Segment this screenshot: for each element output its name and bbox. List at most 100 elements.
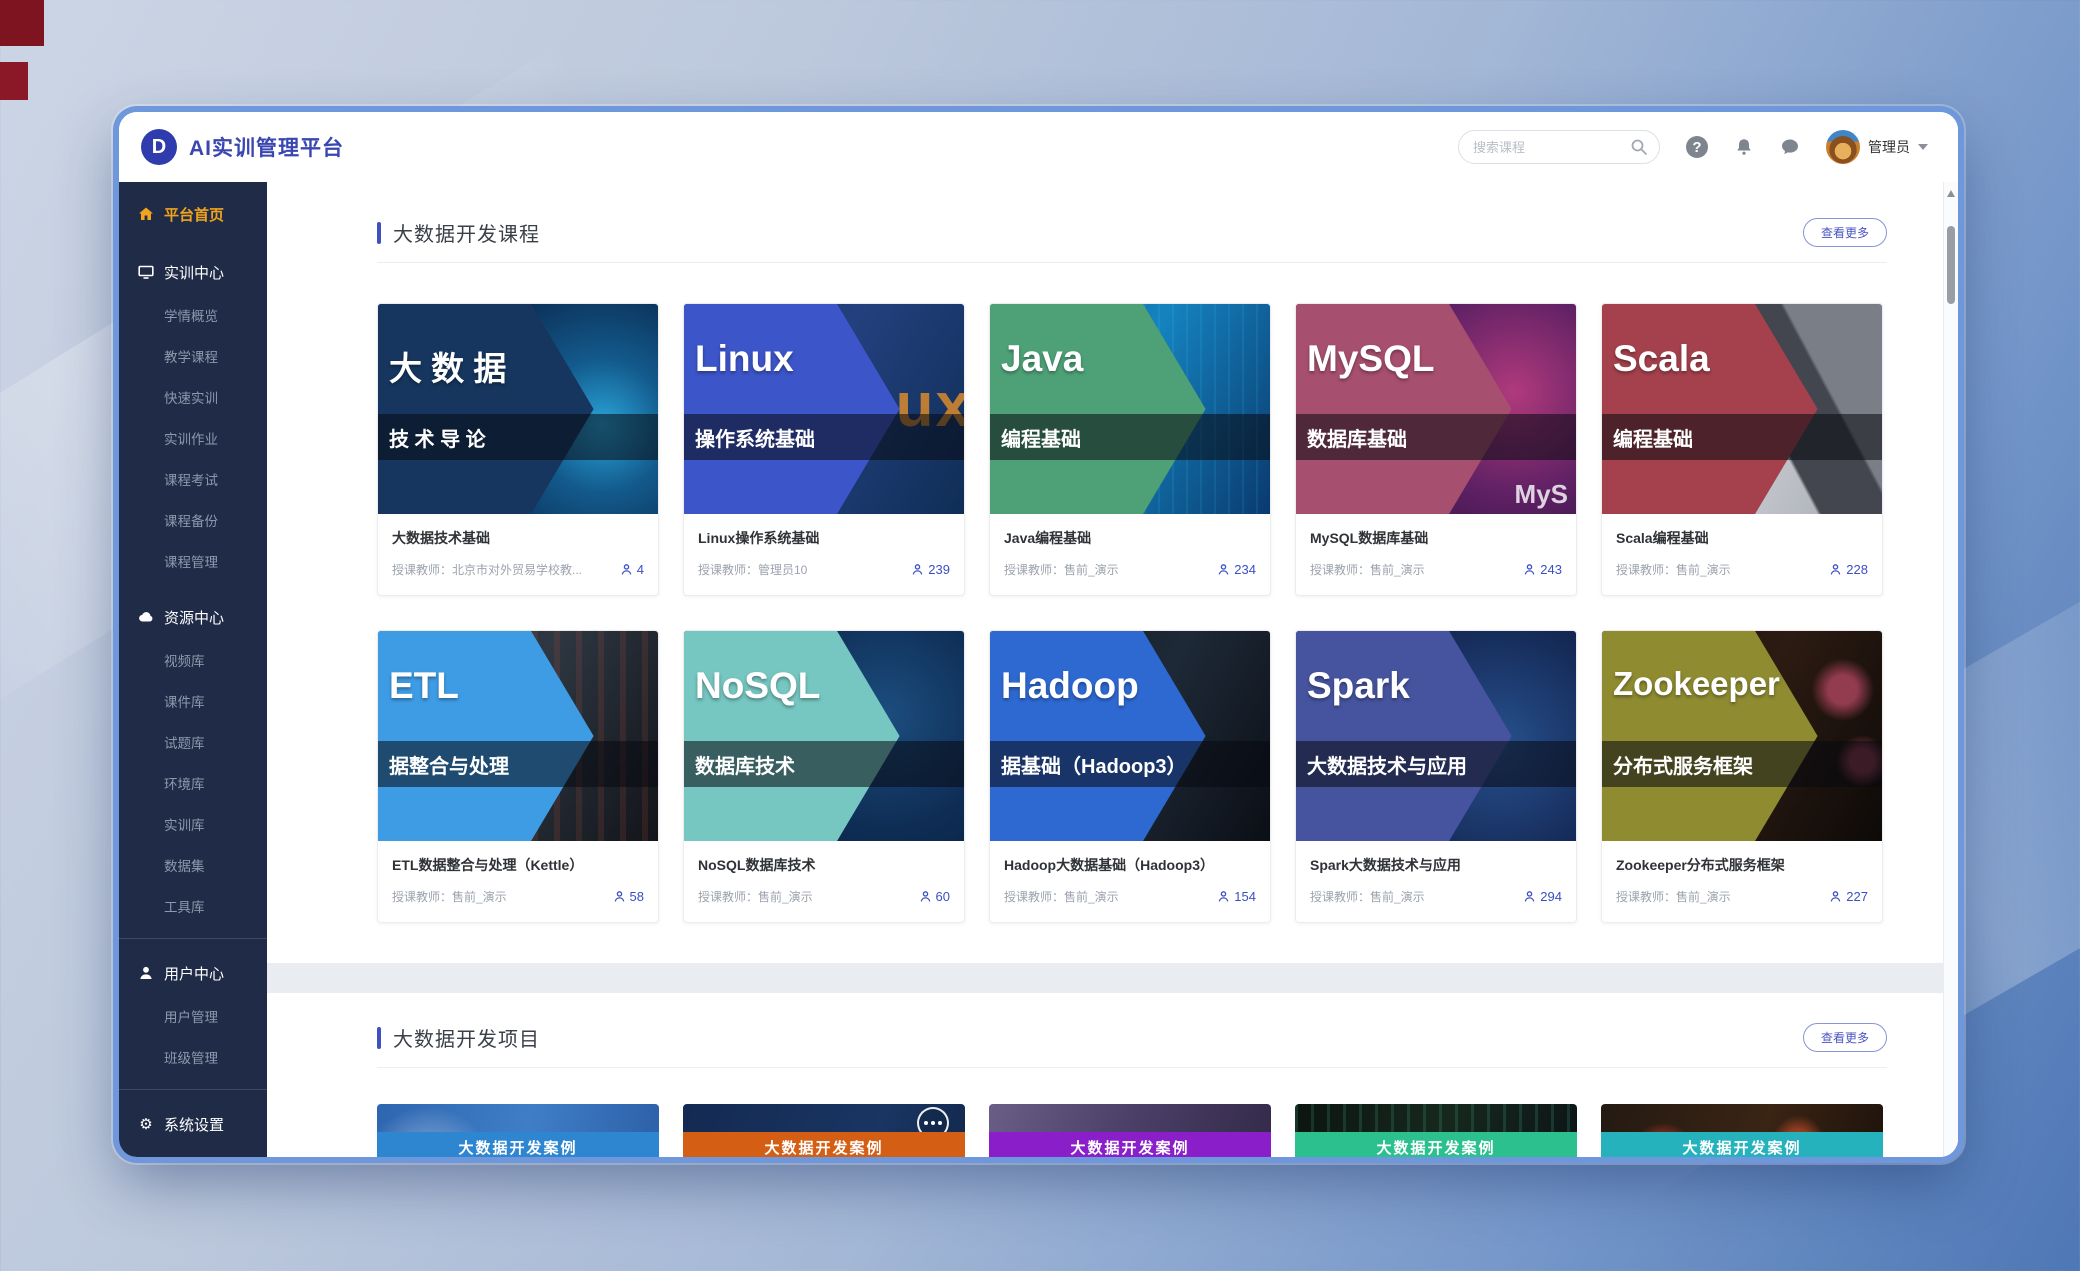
course-teacher: 授课教师：售前_演示	[1310, 561, 1515, 578]
student-count: 60	[919, 889, 950, 904]
section-courses: 大数据开发课程 查看更多 大 数 据 技 术 导 论 大数据技	[267, 182, 1943, 963]
sidebar-item[interactable]: 班级管理	[119, 1036, 267, 1077]
view-more-button[interactable]: 查看更多	[1803, 218, 1887, 247]
course-card[interactable]: NoSQL 数据库技术 NoSQL数据库技术 授课教师：售前_演示 60	[683, 630, 965, 923]
student-count: 239	[911, 562, 950, 577]
course-name: 大数据技术基础	[392, 528, 644, 548]
project-card[interactable]: 大数据开发案例	[683, 1104, 965, 1157]
wallpaper-corner-mark	[0, 62, 28, 100]
course-card[interactable]: Spark 大数据技术与应用 Spark大数据技术与应用 授课教师：售前_演示 …	[1295, 630, 1577, 923]
user-menu[interactable]: 管理员	[1826, 130, 1928, 164]
course-card[interactable]: inux Linux 操作系统基础 Linux操作系统基础 授课教师：管理员10	[683, 303, 965, 596]
sidebar-item[interactable]: 快速实训	[119, 376, 267, 417]
project-banner: 大数据开发案例	[1295, 1132, 1577, 1157]
course-card[interactable]: 大 数 据 技 术 导 论 大数据技术基础 授课教师：北京市对外贸易学校教...…	[377, 303, 659, 596]
course-cover: Java 编程基础	[990, 304, 1270, 514]
sidebar: 平台首页 实训中心 学情概览 教学课程 快速实训 实训作业 课程考试 课程备份 …	[119, 182, 267, 1157]
sidebar-item[interactable]: 课件库	[119, 680, 267, 721]
student-count: 234	[1217, 562, 1256, 577]
user-icon	[137, 965, 155, 981]
section-accent-bar	[377, 222, 381, 244]
course-name: Zookeeper分布式服务框架	[1616, 855, 1868, 875]
divider	[119, 1089, 267, 1090]
course-name: Spark大数据技术与应用	[1310, 855, 1562, 875]
sidebar-item[interactable]: 课程管理	[119, 540, 267, 581]
student-count: 58	[613, 889, 644, 904]
view-more-button[interactable]: 查看更多	[1803, 1023, 1887, 1052]
course-cover: MyS MySQL 数据库基础	[1296, 304, 1576, 514]
sidebar-group-label: 系统设置	[164, 1114, 224, 1135]
person-icon	[620, 563, 633, 576]
sidebar-item[interactable]: 教学课程	[119, 335, 267, 376]
section-accent-bar	[377, 1027, 381, 1049]
person-icon	[1829, 563, 1842, 576]
sidebar-item[interactable]: 用户管理	[119, 995, 267, 1036]
sidebar-item[interactable]: 实训作业	[119, 417, 267, 458]
sidebar-item[interactable]: 工具库	[119, 885, 267, 926]
project-card[interactable]: 大数据开发案例	[1295, 1104, 1577, 1157]
course-card-row: ETL 据整合与处理 ETL数据整合与处理（Kettle） 授课教师：售前_演示…	[377, 630, 1887, 923]
student-count: 4	[620, 562, 644, 577]
divider	[377, 1067, 1887, 1068]
course-name: Hadoop大数据基础（Hadoop3）	[1004, 855, 1256, 875]
course-name: NoSQL数据库技术	[698, 855, 950, 875]
sidebar-group-label: 用户中心	[164, 963, 224, 984]
sidebar-item[interactable]: 课程备份	[119, 499, 267, 540]
sidebar-group-resource-center[interactable]: 资源中心	[119, 595, 267, 639]
course-card-row: 大 数 据 技 术 导 论 大数据技术基础 授课教师：北京市对外贸易学校教...…	[377, 303, 1887, 596]
person-icon	[613, 890, 626, 903]
help-icon[interactable]: ?	[1686, 136, 1708, 158]
scrollbar[interactable]	[1943, 182, 1958, 1157]
person-icon	[1829, 890, 1842, 903]
course-teacher: 授课教师：售前_演示	[1310, 888, 1515, 905]
section-title: 大数据开发课程	[393, 218, 540, 247]
course-teacher: 授课教师：售前_演示	[392, 888, 605, 905]
course-teacher: 授课教师：售前_演示	[698, 888, 911, 905]
person-icon	[1523, 563, 1536, 576]
person-icon	[1217, 890, 1230, 903]
sidebar-item[interactable]: 实训库	[119, 803, 267, 844]
sidebar-item[interactable]: 学情概览	[119, 294, 267, 335]
sidebar-group-system-settings[interactable]: ⚙ 系统设置	[119, 1102, 267, 1146]
project-card[interactable]: 大数据开发案例	[1601, 1104, 1883, 1157]
course-card[interactable]: MyS MySQL 数据库基础 MySQL数据库基础 授课教师：售前_演示	[1295, 303, 1577, 596]
sidebar-item-home[interactable]: 平台首页	[119, 192, 267, 236]
project-card[interactable]: 大数据开发案例	[989, 1104, 1271, 1157]
course-name: Java编程基础	[1004, 528, 1256, 548]
app-logo-icon: D	[141, 129, 177, 165]
student-count: 228	[1829, 562, 1868, 577]
sidebar-item[interactable]: 课程考试	[119, 458, 267, 499]
notifications-bell-icon[interactable]	[1734, 137, 1754, 157]
course-teacher: 授课教师：北京市对外贸易学校教...	[392, 561, 612, 578]
course-name: MySQL数据库基础	[1310, 528, 1562, 548]
course-cover: 大 数 据 技 术 导 论	[378, 304, 658, 514]
sidebar-item[interactable]: 环境库	[119, 762, 267, 803]
sidebar-group-training-center[interactable]: 实训中心	[119, 250, 267, 294]
messages-chat-icon[interactable]	[1780, 137, 1800, 157]
course-cover: inux Linux 操作系统基础	[684, 304, 964, 514]
wallpaper-corner-mark	[0, 0, 44, 46]
person-icon	[919, 890, 932, 903]
course-card[interactable]: ETL 据整合与处理 ETL数据整合与处理（Kettle） 授课教师：售前_演示…	[377, 630, 659, 923]
student-count: 243	[1523, 562, 1562, 577]
sidebar-item[interactable]: 数据集	[119, 844, 267, 885]
scrollbar-thumb[interactable]	[1947, 226, 1955, 304]
gear-icon: ⚙	[137, 1117, 155, 1132]
search-icon[interactable]	[1630, 138, 1648, 161]
course-card[interactable]: Hadoop 据基础（Hadoop3） Hadoop大数据基础（Hadoop3）…	[989, 630, 1271, 923]
app-body: 平台首页 实训中心 学情概览 教学课程 快速实训 实训作业 课程考试 课程备份 …	[119, 182, 1958, 1157]
sidebar-group-user-center[interactable]: 用户中心	[119, 951, 267, 995]
avatar	[1826, 130, 1860, 164]
project-card[interactable]: 大数据开发案例	[377, 1104, 659, 1157]
scroll-up-icon[interactable]	[1947, 190, 1955, 197]
divider	[119, 938, 267, 939]
course-card[interactable]: Java 编程基础 Java编程基础 授课教师：售前_演示 234	[989, 303, 1271, 596]
course-card[interactable]: Scala 编程基础 Scala编程基础 授课教师：售前_演示 228	[1601, 303, 1883, 596]
course-teacher: 授课教师：售前_演示	[1004, 888, 1209, 905]
sidebar-item[interactable]: 试题库	[119, 721, 267, 762]
project-banner: 大数据开发案例	[1601, 1132, 1883, 1157]
main-content: 大数据开发课程 查看更多 大 数 据 技 术 导 论 大数据技	[267, 182, 1958, 1157]
project-card-row: 大数据开发案例 大数据开发案例 大数据开发案例 大数据开发案例	[377, 1104, 1887, 1157]
course-card[interactable]: Zookeeper 分布式服务框架 Zookeeper分布式服务框架 授课教师：…	[1601, 630, 1883, 923]
sidebar-item[interactable]: 视频库	[119, 639, 267, 680]
